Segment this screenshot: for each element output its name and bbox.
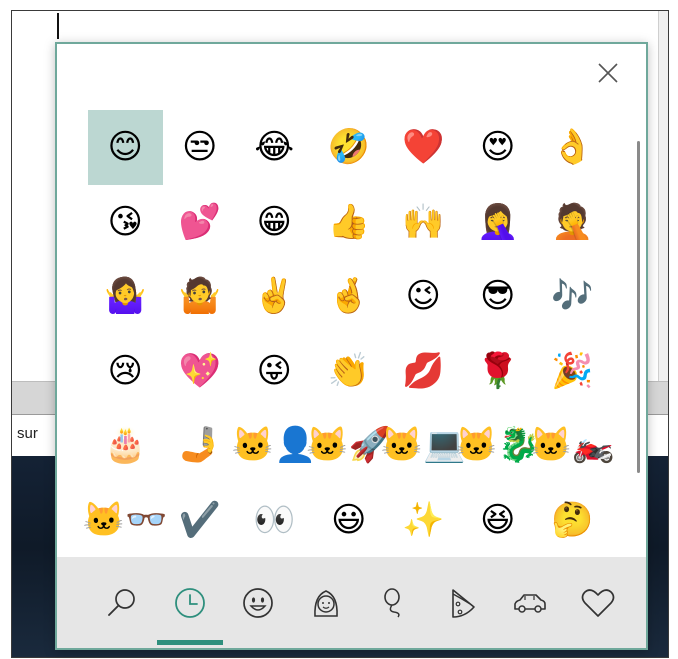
emoji-cell[interactable]: 🙌	[386, 185, 461, 260]
emoji-row: 😊 😒 😂 🤣 ❤️ 😍 👌	[88, 110, 610, 185]
emoji-grid: 😊 😒 😂 🤣 ❤️ 😍 👌 😘 💕 😁 👍 🙌 🤦‍♀️ 🤦 🤷‍♀️ 🤷 ✌…	[83, 110, 615, 558]
pizza-icon	[452, 588, 475, 618]
emoji-cell[interactable]: 😜	[237, 334, 312, 409]
emoji-cell[interactable]: 😒	[163, 110, 238, 185]
emoji-cell[interactable]: 🤦‍♀️	[461, 185, 536, 260]
emoji-cell[interactable]: 😂	[237, 110, 312, 185]
emoji-cell[interactable]: 🎉	[535, 334, 610, 409]
emoji-cell[interactable]: 🌹	[461, 334, 536, 409]
emoji-cell[interactable]: 😃	[312, 483, 387, 558]
emoji-cell[interactable]: 🤷‍♀️	[88, 259, 163, 334]
emoji-cell[interactable]: 👌	[535, 110, 610, 185]
emoji-cell[interactable]: 😎	[461, 259, 536, 334]
text-caret	[57, 13, 59, 39]
emoji-cell[interactable]: 👍	[312, 185, 387, 260]
emoji-cell[interactable]: 😘	[88, 185, 163, 260]
emoji-row: 😢 💖 😜 👏 💋 🌹 🎉	[88, 334, 610, 409]
emoji-cell[interactable]: 👏	[312, 334, 387, 409]
emoji-cell[interactable]: 😉	[386, 259, 461, 334]
emoji-cell[interactable]: 🐱‍🚀	[306, 408, 391, 483]
tab-celebrations[interactable]	[359, 557, 429, 648]
category-bar	[57, 557, 646, 648]
selected-tab-indicator	[157, 640, 223, 645]
scrollbar-thumb[interactable]	[637, 141, 640, 473]
recent-clock-icon	[175, 587, 205, 618]
emoji-cell[interactable]: 💕	[163, 185, 238, 260]
emoji-cell[interactable]: ✔️	[163, 483, 238, 558]
emoji-cell[interactable]: 😢	[88, 334, 163, 409]
emoji-cell[interactable]: 😆	[461, 483, 536, 558]
emoji-cell[interactable]: 😁	[237, 185, 312, 260]
emoji-cell[interactable]: 🤔	[535, 483, 610, 558]
tab-search[interactable]	[87, 557, 157, 648]
emoji-cell[interactable]: ❤️	[386, 110, 461, 185]
emoji-row: 🐱‍👓 ✔️ 👀 😃 ✨ 😆 🤔	[83, 483, 610, 558]
emoji-cell[interactable]: 🎶	[535, 259, 610, 334]
tab-food[interactable]	[427, 557, 497, 648]
emoji-cell[interactable]: 👀	[237, 483, 312, 558]
emoji-cell[interactable]: 😍	[461, 110, 536, 185]
emoji-cell[interactable]: 🤣	[312, 110, 387, 185]
emoji-row: 🤷‍♀️ 🤷 ✌️ 🤞 😉 😎 🎶	[88, 259, 610, 334]
emoji-cell[interactable]: 🐱‍💻	[381, 408, 466, 483]
emoji-cell[interactable]: 🐱‍🐉	[455, 408, 540, 483]
emoji-cell[interactable]: 🤦	[535, 185, 610, 260]
emoji-cell[interactable]: 🤷	[163, 259, 238, 334]
emoji-cell[interactable]: ✨	[386, 483, 461, 558]
background-text: sur	[17, 425, 38, 442]
tab-people[interactable]	[291, 557, 361, 648]
emoji-cell[interactable]: 💋	[386, 334, 461, 409]
tab-symbols[interactable]	[563, 557, 633, 648]
tab-recent[interactable]	[155, 557, 225, 648]
smiley-icon	[243, 587, 273, 618]
emoji-cell[interactable]: 🐱‍👓	[83, 483, 168, 558]
car-icon	[514, 593, 546, 613]
emoji-row: 🎂 🤳 🐱‍👤 🐱‍🚀 🐱‍💻 🐱‍🐉 🐱‍🏍	[88, 408, 615, 483]
balloon-icon	[384, 587, 400, 617]
person-icon	[314, 589, 338, 617]
heart-icon	[581, 588, 615, 617]
close-button[interactable]	[594, 59, 622, 87]
emoji-cell[interactable]: ✌️	[237, 259, 312, 334]
search-icon	[108, 588, 135, 616]
tab-transport[interactable]	[495, 557, 565, 648]
emoji-cell[interactable]: 🐱‍👤	[232, 408, 317, 483]
emoji-cell[interactable]: 💖	[163, 334, 238, 409]
emoji-row: 😘 💕 😁 👍 🙌 🤦‍♀️ 🤦	[88, 185, 610, 260]
emoji-cell[interactable]: 🐱‍🏍	[530, 408, 615, 483]
emoji-panel: 😊 😒 😂 🤣 ❤️ 😍 👌 😘 💕 😁 👍 🙌 🤦‍♀️ 🤦 🤷‍♀️ 🤷 ✌…	[55, 42, 648, 650]
emoji-cell[interactable]: 😊	[88, 110, 163, 185]
close-icon	[598, 63, 618, 83]
tab-smileys[interactable]	[223, 557, 293, 648]
emoji-cell[interactable]: 🤳	[163, 408, 238, 483]
emoji-cell[interactable]: 🎂	[88, 408, 163, 483]
emoji-cell[interactable]: 🤞	[312, 259, 387, 334]
